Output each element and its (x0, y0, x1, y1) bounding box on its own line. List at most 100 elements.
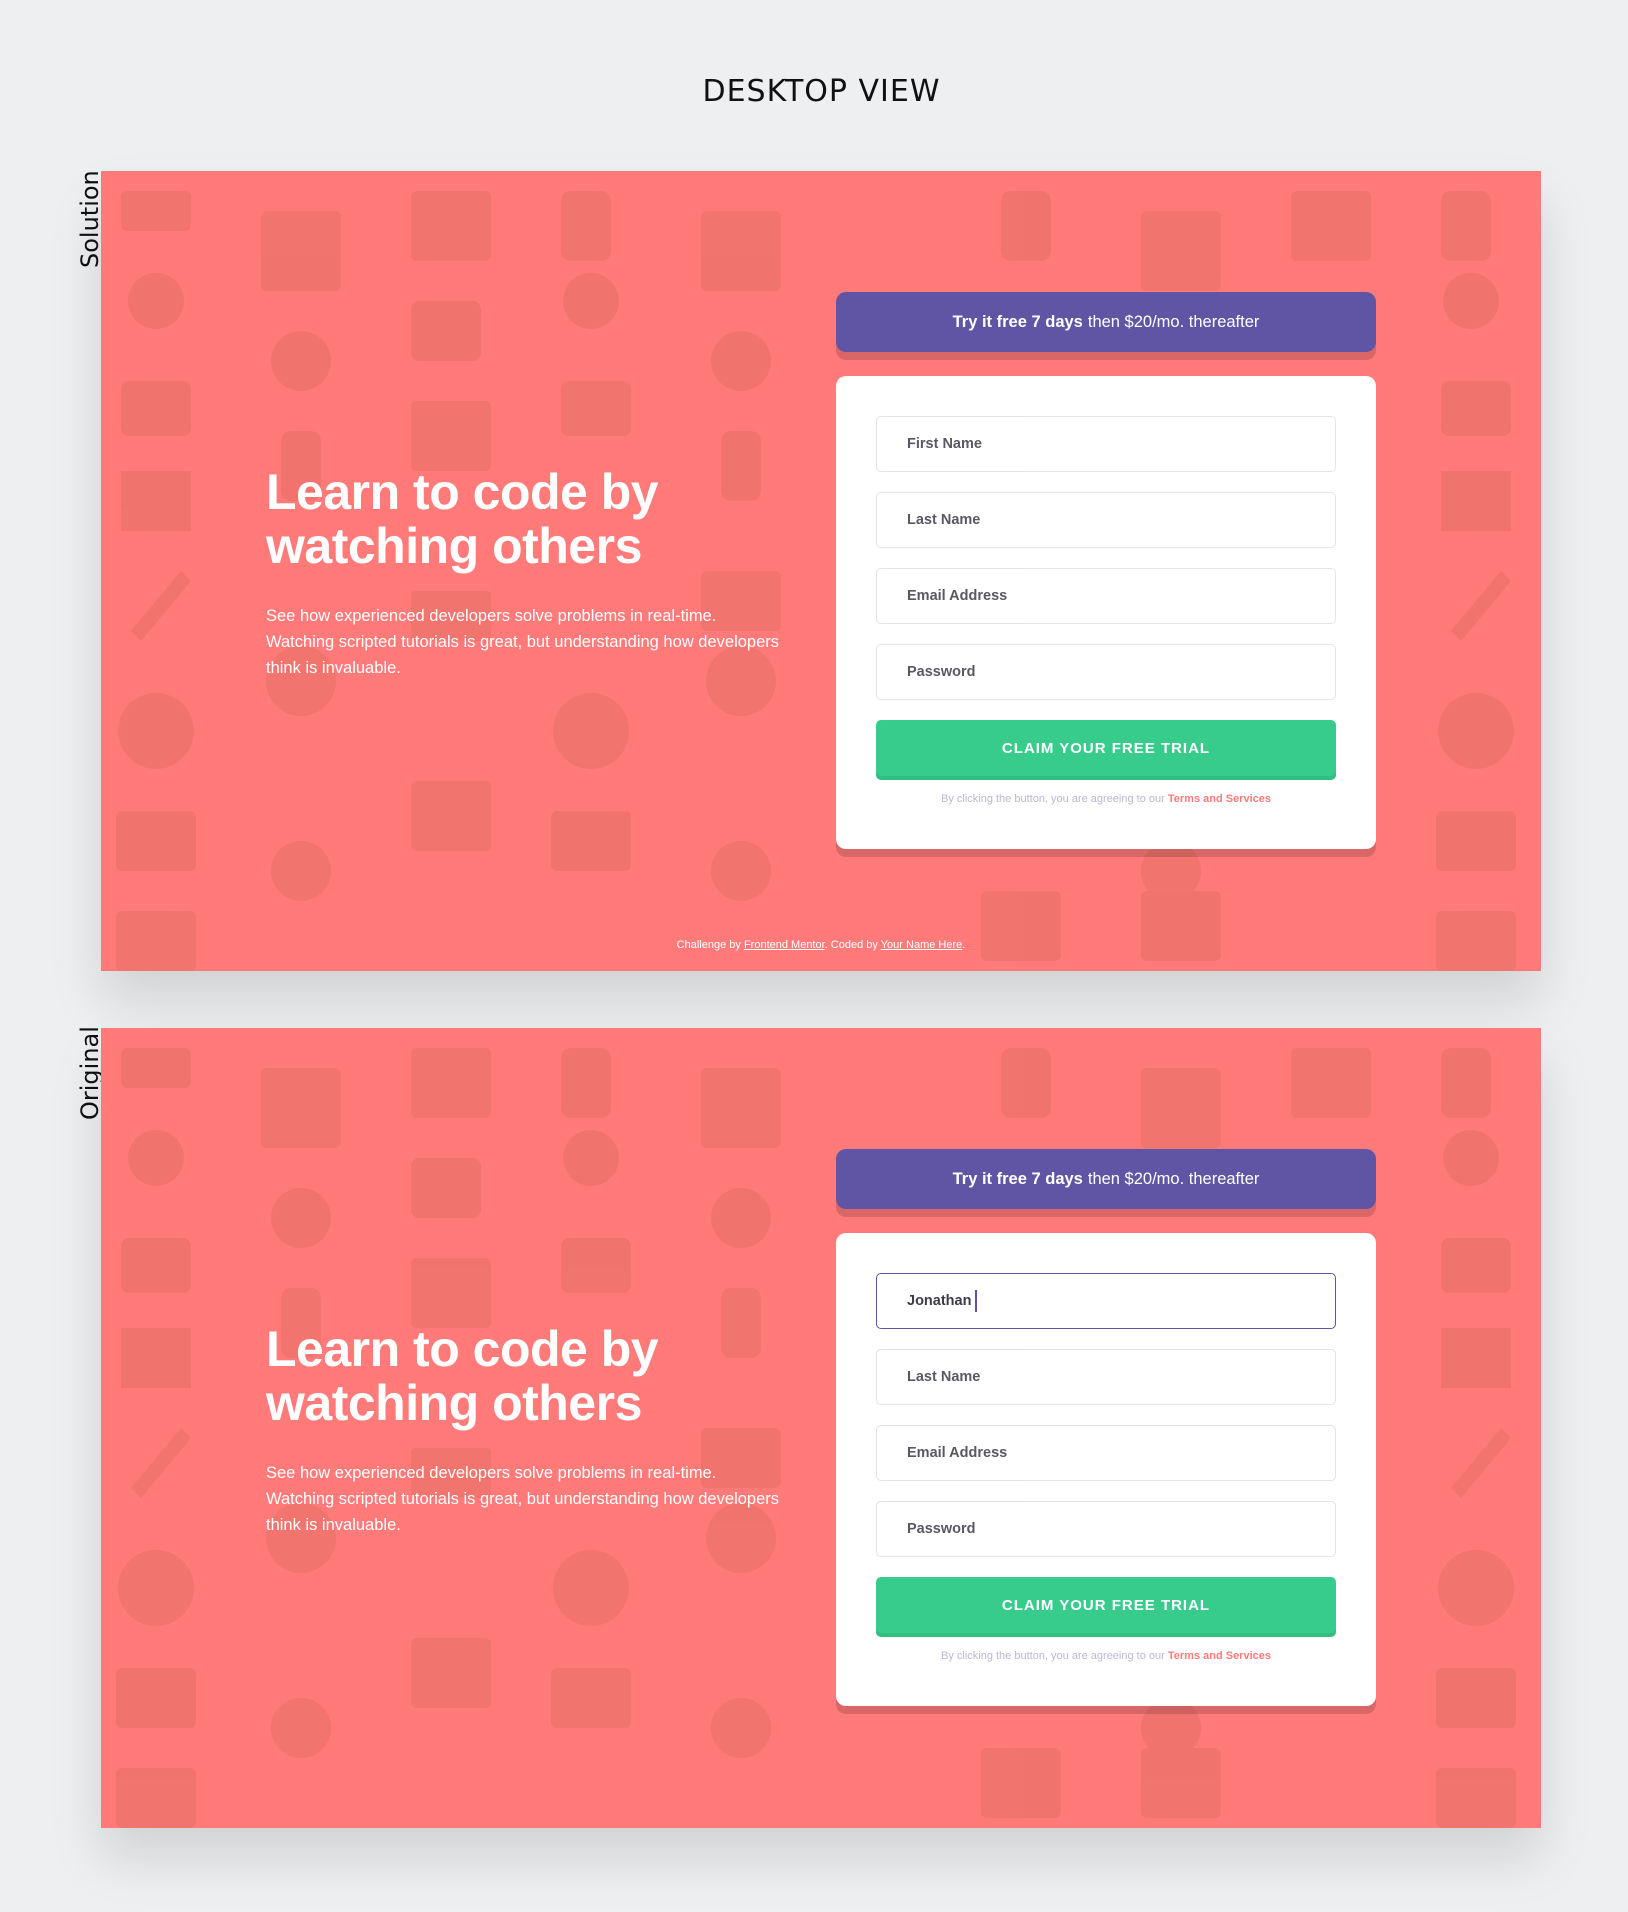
chart-icon (121, 471, 191, 531)
hero-section: Learn to code by watching others See how… (266, 465, 786, 681)
hero-description: See how experienced developers solve pro… (266, 607, 780, 677)
calendar-icon (1436, 1668, 1516, 1728)
terms-link[interactable]: Terms and Services (1168, 793, 1271, 805)
magnet-icon (561, 191, 611, 261)
calendar-icon (1436, 811, 1516, 871)
lightbulb-icon (271, 841, 331, 901)
thumbs-up-icon (121, 381, 191, 436)
rocket-icon (131, 1428, 191, 1498)
browser-home-icon (701, 1068, 781, 1148)
globe-gear-icon (553, 693, 629, 769)
hands-icon (411, 401, 491, 471)
headset-icon (1443, 273, 1499, 329)
network-icon (271, 331, 331, 391)
network-icon (711, 331, 771, 391)
thumbs-up-icon (1441, 381, 1511, 436)
claim-trial-button[interactable]: Claim your free trial (876, 1577, 1336, 1633)
headset-icon (563, 273, 619, 329)
hero-title-line2: watching others (266, 1375, 642, 1431)
original-label: Original (76, 1026, 104, 1120)
attribution-middle: . Coded by (824, 939, 878, 951)
password-input[interactable]: Password (876, 1501, 1336, 1557)
terms-notice: By clicking the button, you are agreeing… (836, 1650, 1376, 1662)
browser-home-icon (1141, 1068, 1221, 1148)
first-name-value: Jonathan (907, 1293, 972, 1309)
first-name-input[interactable]: First Name (876, 416, 1336, 472)
magnet-icon (1441, 191, 1491, 261)
magnet-icon (1001, 1048, 1051, 1118)
email-placeholder: Email Address (907, 588, 1008, 604)
password-input[interactable]: Password (876, 644, 1336, 700)
trial-banner: Try it free 7 days then $20/mo. thereaft… (836, 292, 1376, 352)
calendar-icon (116, 811, 196, 871)
terms-text: By clicking the button, you are agreeing… (940, 793, 1165, 805)
magnet-icon (561, 1048, 611, 1118)
browser-icon (121, 1048, 191, 1088)
browser-home-icon (411, 781, 491, 851)
headset-icon (128, 1130, 184, 1186)
first-name-placeholder: First Name (907, 436, 982, 452)
hero-description: See how experienced developers solve pro… (266, 1464, 780, 1534)
solution-label: Solution (76, 170, 104, 268)
password-placeholder: Password (907, 1521, 976, 1537)
lightbulb-icon (1141, 1698, 1201, 1758)
last-name-input[interactable]: Last Name (876, 492, 1336, 548)
lightbulb-icon (711, 841, 771, 901)
chart-icon (121, 1328, 191, 1388)
email-input[interactable]: Email Address (876, 568, 1336, 624)
hero-section: Learn to code by watching others See how… (266, 1322, 786, 1538)
browser-icon (1436, 1768, 1516, 1828)
frontend-mentor-link[interactable]: Frontend Mentor (744, 939, 825, 951)
view-title: DESKTOP VIEW (702, 74, 941, 109)
terms-link[interactable]: Terms and Services (1168, 1650, 1271, 1662)
browser-home-icon (701, 211, 781, 291)
first-name-input[interactable]: Jonathan (876, 1273, 1336, 1329)
terms-notice: By clicking the button, you are agreeing… (836, 793, 1376, 805)
magnet-icon (1001, 191, 1051, 261)
email-input[interactable]: Email Address (876, 1425, 1336, 1481)
attribution: Challenge by Frontend Mentor. Coded by Y… (101, 939, 1541, 951)
chart-icon (1441, 1328, 1511, 1388)
headset-icon (128, 273, 184, 329)
rocket-icon (1451, 571, 1511, 641)
bar-chart-icon (411, 1048, 491, 1118)
trial-banner-text: then $20/mo. thereafter (1087, 1169, 1260, 1188)
toolbox-icon (411, 1158, 481, 1218)
terms-text: By clicking the button, you are agreeing… (940, 1650, 1165, 1662)
bar-chart-icon (411, 191, 491, 261)
globe-gear-icon (1438, 693, 1514, 769)
browser-home-icon (261, 1068, 341, 1148)
toolbox-icon (411, 301, 481, 361)
rocket-icon (1451, 1428, 1511, 1498)
lightbulb-icon (271, 1698, 331, 1758)
trial-banner-text: then $20/mo. thereafter (1087, 312, 1260, 331)
original-panel: Learn to code by watching others See how… (101, 1028, 1541, 1828)
browser-icon (1141, 1748, 1221, 1818)
browser-home-icon (261, 211, 341, 291)
last-name-placeholder: Last Name (907, 1369, 981, 1385)
claim-trial-button[interactable]: Claim your free trial (876, 720, 1336, 776)
rocket-icon (131, 571, 191, 641)
text-caret (975, 1290, 978, 1312)
email-placeholder: Email Address (907, 1445, 1008, 1461)
trial-banner-bold: Try it free 7 days (952, 312, 1083, 331)
hero-title-line2: watching others (266, 518, 642, 574)
trial-banner-bold: Try it free 7 days (952, 1169, 1083, 1188)
magnet-icon (1441, 1048, 1491, 1118)
globe-gear-icon (553, 1550, 629, 1626)
lightbulb-icon (711, 1698, 771, 1758)
globe-gear-icon (118, 693, 194, 769)
chart-icon (1441, 471, 1511, 531)
browser-home-icon (1141, 211, 1221, 291)
thumbs-up-icon (121, 1238, 191, 1293)
trial-banner: Try it free 7 days then $20/mo. thereaft… (836, 1149, 1376, 1209)
solution-panel: Learn to code by watching others See how… (101, 171, 1541, 971)
author-link[interactable]: Your Name Here (881, 939, 963, 951)
hero-title: Learn to code by watching others (266, 1322, 786, 1430)
last-name-input[interactable]: Last Name (876, 1349, 1336, 1405)
attribution-suffix: . (962, 939, 966, 951)
lightbulb-icon (1141, 841, 1201, 901)
network-icon (711, 1188, 771, 1248)
hands-icon (411, 1258, 491, 1328)
comparison-page: DESKTOP VIEW Solution Original Learn to … (0, 0, 1628, 1912)
